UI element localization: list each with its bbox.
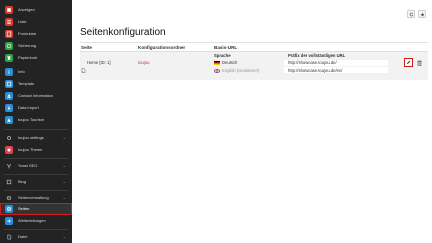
sidebar-item-blog[interactable]: Blog ⌄ bbox=[0, 176, 72, 188]
sidebar-item-label: Papierkorb bbox=[18, 55, 38, 60]
trash-icon bbox=[417, 60, 422, 66]
chevron-down-icon: ⌄ bbox=[62, 135, 66, 140]
theme-icon bbox=[5, 146, 13, 154]
star-icon bbox=[420, 12, 424, 16]
sidebar-item-label: Info bbox=[18, 69, 25, 74]
sidebar-item-label: toujou Theme bbox=[18, 147, 43, 152]
uk-flag-icon bbox=[214, 68, 220, 73]
sidebar-item-sicherung[interactable]: Sicherung bbox=[0, 40, 72, 52]
subheader-url-prefix: Präfix der vollständigen URL bbox=[288, 53, 346, 58]
list-icon bbox=[5, 18, 13, 26]
backup-icon bbox=[5, 42, 13, 50]
sidebar-item-label: Sicherung bbox=[18, 43, 37, 48]
sidebar-divider bbox=[4, 229, 68, 230]
config-folder: toujou bbox=[138, 59, 150, 65]
de-flag-icon bbox=[214, 61, 220, 65]
bookmark-button[interactable] bbox=[418, 10, 426, 18]
sidebar-item-label: toujou settings bbox=[18, 135, 44, 140]
edit-button[interactable] bbox=[404, 58, 413, 67]
trash-icon bbox=[5, 54, 13, 62]
file-icon bbox=[5, 233, 13, 241]
main-content: Seitenkonfiguration Seite Konfigurations… bbox=[72, 27, 432, 243]
chevron-down-icon: ⌄ bbox=[62, 179, 66, 184]
sidebar-item-label: Seiten bbox=[18, 206, 30, 211]
sidebar-item-datei[interactable]: Datei ⌄ bbox=[0, 231, 72, 243]
sidebar-item-liste[interactable]: Liste bbox=[0, 16, 72, 28]
language-name: English (Deaktiviert) bbox=[222, 67, 260, 73]
sidebar-item-contact-information[interactable]: Contact Information bbox=[0, 90, 72, 102]
template-icon bbox=[5, 80, 13, 88]
sidebar-item-data-import[interactable]: Data import bbox=[0, 102, 72, 114]
pencil-icon bbox=[407, 60, 411, 64]
sidebar-item-template[interactable]: Template bbox=[0, 78, 72, 90]
ads-icon bbox=[5, 6, 13, 14]
sidebar-divider bbox=[4, 129, 68, 130]
subheader-language: Sprache bbox=[214, 53, 231, 58]
sidebar-item-label: Anzeigen bbox=[18, 7, 35, 12]
sidebar-item-anzeigen[interactable]: Anzeigen bbox=[0, 4, 72, 16]
info-icon bbox=[5, 68, 13, 76]
chevron-down-icon: ⌄ bbox=[62, 234, 66, 239]
sidebar-item-weiterleitungen[interactable]: Weiterleitungen bbox=[0, 215, 72, 227]
language-url[interactable]: http://showcase.toujou.de/en/ bbox=[288, 68, 342, 74]
page-title: Seitenkonfiguration bbox=[80, 27, 166, 38]
app-window: Anzeigen Liste Formulare Sicherung Papie… bbox=[0, 0, 432, 243]
sidebar-item-seiten[interactable]: Seiten bbox=[0, 203, 72, 215]
sidebar-item-toujou-theme[interactable]: toujou Theme bbox=[0, 144, 72, 156]
site-configuration-table: Seite Konfigurationsordner Basis-URL Hom… bbox=[80, 44, 428, 102]
title-divider bbox=[80, 42, 428, 43]
reload-button[interactable] bbox=[407, 10, 415, 18]
sidebar-item-yoast-seo[interactable]: Yoast SEO ⌄ bbox=[0, 160, 72, 172]
sidebar-item-label: Data import bbox=[18, 105, 39, 110]
sidebar-item-toujou-settings[interactable]: toujou settings ⌄ bbox=[0, 132, 72, 144]
pages-icon bbox=[5, 205, 13, 213]
redirects-icon bbox=[5, 217, 13, 225]
language-name: Deutsch bbox=[222, 60, 238, 65]
sidebar-item-label: Contact Information bbox=[18, 93, 53, 98]
chevron-down-icon: ⌄ bbox=[62, 163, 66, 168]
sidebar-item-label: Seitenverwaltung bbox=[18, 195, 49, 200]
sidebar-divider bbox=[4, 190, 68, 191]
sidebar-item-label: Yoast SEO bbox=[18, 163, 38, 168]
language-url[interactable]: http://showcase.toujou.de/ bbox=[288, 60, 337, 66]
sidebar-divider bbox=[4, 174, 68, 175]
sidebar-item-toujou-tourism[interactable]: toujou Tourism bbox=[0, 114, 72, 126]
sidebar-item-label: Liste bbox=[18, 19, 27, 24]
table-row: Home [ID: 1] toujou Sprache Präfix der v… bbox=[80, 52, 428, 80]
tourism-icon bbox=[5, 116, 13, 124]
column-header-base-url: Basis-URL bbox=[214, 45, 238, 50]
sidebar-item-label: toujou Tourism bbox=[18, 117, 44, 122]
sidebar-item-label: Blog bbox=[18, 179, 27, 184]
delete-button[interactable] bbox=[416, 58, 423, 67]
sidebar: Anzeigen Liste Formulare Sicherung Papie… bbox=[0, 0, 72, 243]
sidebar-item-label: Formulare bbox=[18, 31, 37, 36]
column-header-config-folder: Konfigurationsordner bbox=[138, 45, 186, 50]
blog-icon bbox=[5, 178, 13, 186]
reload-icon bbox=[409, 12, 413, 16]
site-management-icon bbox=[5, 194, 13, 202]
sidebar-item-formulare[interactable]: Formulare bbox=[0, 28, 72, 40]
page-icon bbox=[81, 60, 86, 73]
yoast-icon bbox=[5, 162, 13, 170]
chevron-down-icon: ⌄ bbox=[62, 195, 66, 200]
sidebar-divider bbox=[4, 158, 68, 159]
settings-icon bbox=[5, 134, 13, 142]
column-header-site: Seite bbox=[81, 45, 92, 50]
sidebar-item-label: Weiterleitungen bbox=[18, 218, 46, 223]
sidebar-item-info[interactable]: Info bbox=[0, 66, 72, 78]
sidebar-item-label: Template bbox=[18, 81, 35, 86]
sidebar-item-label: Datei bbox=[18, 234, 28, 239]
sidebar-item-papierkorb[interactable]: Papierkorb bbox=[0, 52, 72, 64]
site-name[interactable]: Home [ID: 1] bbox=[87, 60, 111, 66]
import-icon bbox=[5, 104, 13, 112]
contact-icon bbox=[5, 92, 13, 100]
form-icon bbox=[5, 30, 13, 38]
